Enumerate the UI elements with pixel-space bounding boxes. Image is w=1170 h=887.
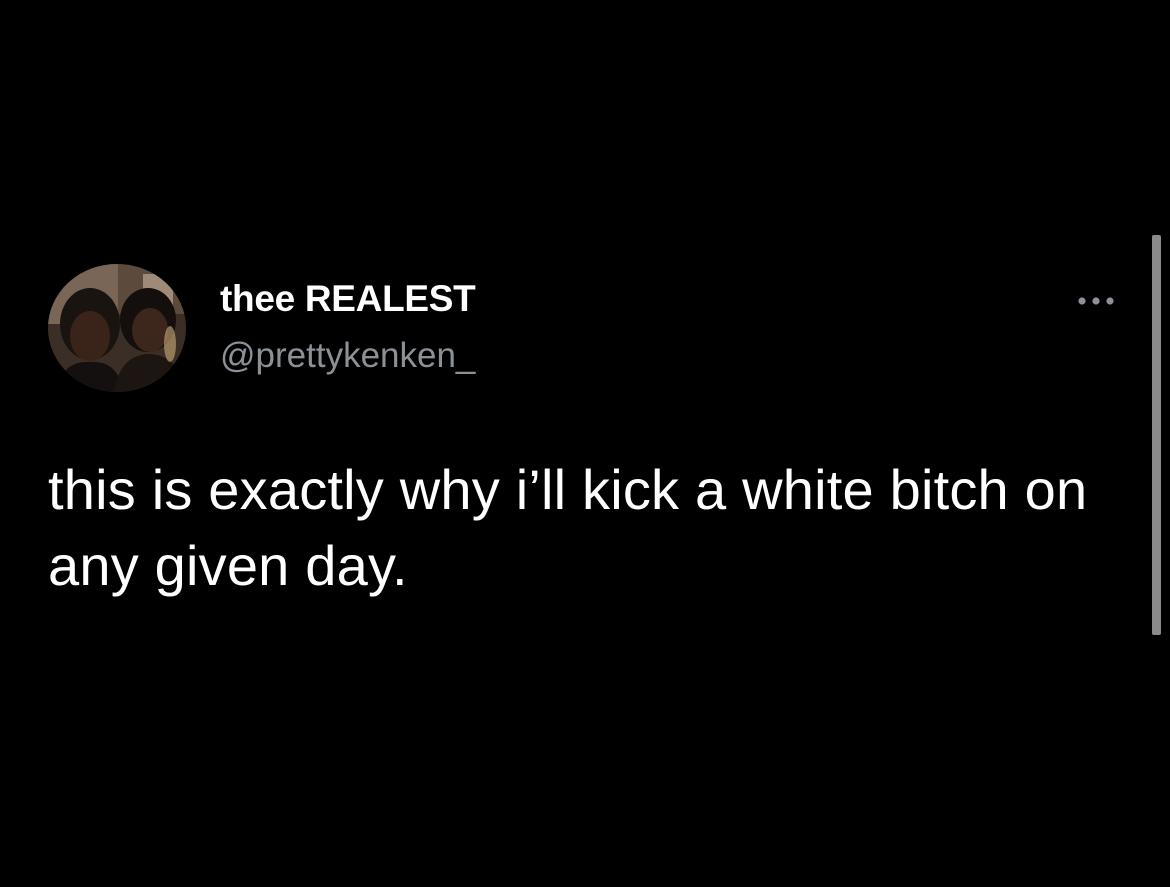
more-horizontal-icon [1070, 284, 1126, 316]
tweet-text: this is exactly why i’ll kick a white bi… [48, 458, 1088, 597]
author-handle[interactable]: @prettykenken_ [220, 336, 475, 376]
avatar[interactable] [48, 264, 186, 392]
author-display-name[interactable]: thee REALEST [220, 278, 476, 320]
tweet-card: thee REALEST @prettykenken_ this is exac… [0, 0, 1170, 887]
more-options-button[interactable] [1070, 284, 1126, 316]
scrollbar[interactable] [1152, 235, 1161, 635]
